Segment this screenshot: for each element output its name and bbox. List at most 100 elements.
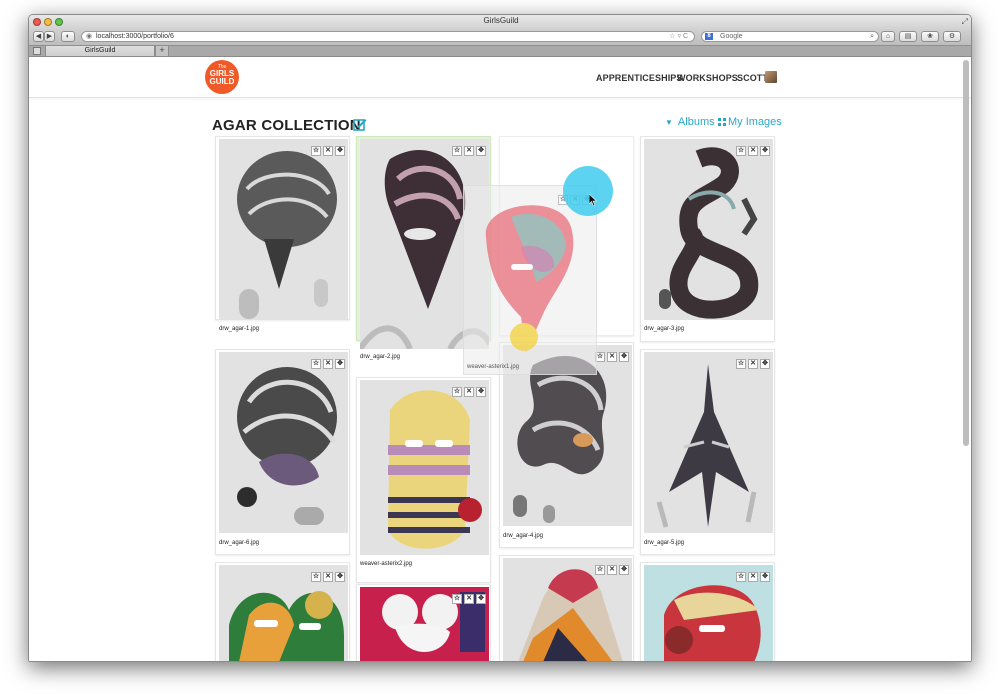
back-button[interactable]: ◀ — [33, 31, 44, 42]
remove-button[interactable]: ✕ — [748, 572, 758, 582]
address-bar[interactable]: ◉ localhost:3000/portfolio/6 ☆ ▿ C — [81, 31, 695, 42]
remove-button[interactable]: ✕ — [323, 146, 333, 156]
fullscreen-icon[interactable]: ⤢ — [962, 17, 968, 27]
card-controls: ☆✕✥ — [593, 345, 629, 362]
search-icon: ⌕ — [870, 33, 874, 40]
artwork-image[interactable] — [644, 352, 773, 533]
move-handle[interactable]: ✥ — [760, 359, 770, 369]
browser-window: GirlsGuild ⤢ ◀ ▶ ◐ ◉ localhost:3000/port… — [28, 14, 972, 662]
move-handle[interactable]: ✥ — [335, 359, 345, 369]
remove-button[interactable]: ✕ — [464, 146, 474, 156]
star-button[interactable]: ☆ — [452, 594, 462, 604]
globe-icon: ◉ — [86, 33, 93, 40]
image-card[interactable]: ☆ ✕ ✥ drw_agar-3.jpg — [640, 136, 775, 342]
card-controls: ☆✕✥ — [593, 558, 629, 575]
scrollbar[interactable] — [963, 58, 971, 661]
image-filename: weaver-asterix2.jpg — [360, 561, 413, 567]
card-controls: ☆✕✥ — [450, 380, 486, 397]
artwork-image[interactable] — [219, 352, 348, 533]
extension-icon[interactable]: ❀ — [921, 31, 939, 42]
star-button[interactable]: ☆ — [311, 146, 321, 156]
tab-overview-icon[interactable] — [33, 47, 41, 55]
move-handle[interactable]: ✥ — [619, 565, 629, 575]
scrollbar-thumb[interactable] — [963, 60, 969, 446]
image-card[interactable]: ☆ ✕ ✥ — [499, 555, 634, 661]
artwork-image[interactable] — [219, 139, 348, 320]
page-title: AGAR COLLECTION — [212, 117, 361, 134]
dragged-image-filename: weaver-asterix1.jpg — [467, 364, 520, 370]
edit-icon[interactable] — [353, 118, 367, 131]
star-button[interactable]: ☆ — [311, 359, 321, 369]
page-viewport: The GIRLS GUILD APPRENTICESHIPS WORKSHOP… — [29, 58, 971, 661]
nav-workshops[interactable]: WORKSHOPS — [677, 73, 738, 83]
star-button[interactable]: ☆ — [736, 572, 746, 582]
nav-user-scott[interactable]: SCOTT — [737, 73, 768, 83]
image-card[interactable]: ☆ ✕ ✥ drw_agar-1.jpg — [215, 136, 350, 332]
forward-button[interactable]: ▶ — [44, 31, 55, 42]
image-filename: drw_agar-5.jpg — [644, 540, 685, 546]
image-card[interactable]: ☆ ✕ ✥ — [215, 562, 350, 661]
star-button[interactable]: ☆ — [311, 572, 321, 582]
settings-icon[interactable]: ⚙ — [943, 31, 961, 42]
move-handle[interactable]: ✥ — [335, 146, 345, 156]
url-text: localhost:3000/portfolio/6 — [96, 33, 174, 40]
card-controls: ☆✕✥ — [450, 139, 486, 156]
my-images-link[interactable]: My Images — [718, 116, 782, 128]
search-field[interactable]: 8 Google ⌕ — [701, 31, 879, 42]
tab-girlsguild[interactable]: GirlsGuild — [45, 46, 155, 57]
image-card[interactable]: ☆ ✕ ✥ — [640, 562, 775, 661]
move-handle[interactable]: ✥ — [760, 146, 770, 156]
search-placeholder: Google — [720, 33, 743, 40]
grid-icon — [718, 118, 726, 126]
star-button[interactable]: ☆ — [736, 146, 746, 156]
window-title: GirlsGuild — [483, 16, 519, 25]
dragged-image — [466, 192, 596, 357]
remove-button[interactable]: ✕ — [748, 359, 758, 369]
move-handle[interactable]: ✥ — [476, 146, 486, 156]
remove-button[interactable]: ✕ — [607, 565, 617, 575]
nav-apprenticeships[interactable]: APPRENTICESHIPS — [596, 73, 683, 83]
star-button[interactable]: ☆ — [595, 565, 605, 575]
card-controls: ☆✕✥ — [309, 352, 345, 369]
remove-button[interactable]: ✕ — [748, 146, 758, 156]
title-bar[interactable]: GirlsGuild ⤢ — [29, 15, 971, 29]
move-handle[interactable]: ✥ — [476, 594, 486, 604]
browser-toolbar: ◀ ▶ ◐ ◉ localhost:3000/portfolio/6 ☆ ▿ C… — [29, 29, 971, 45]
image-card[interactable]: ☆ ✕ ✥ — [356, 584, 491, 661]
url-actions[interactable]: ☆ ▿ C — [669, 32, 688, 42]
artwork-image[interactable] — [360, 380, 489, 555]
drag-cursor-halo — [563, 166, 613, 216]
star-button[interactable]: ☆ — [736, 359, 746, 369]
move-handle[interactable]: ✥ — [619, 352, 629, 362]
card-controls: ☆✕✥ — [450, 587, 486, 604]
star-button[interactable]: ☆ — [452, 387, 462, 397]
new-tab-button[interactable]: + — [155, 46, 169, 57]
remove-button[interactable]: ✕ — [464, 594, 474, 604]
artwork-image[interactable] — [644, 139, 773, 320]
image-filename: drw_agar-2.jpg — [360, 354, 401, 360]
cursor-icon — [589, 194, 597, 206]
image-filename: drw_agar-3.jpg — [644, 326, 685, 332]
image-filename: drw_agar-6.jpg — [219, 540, 260, 546]
avatar[interactable] — [765, 71, 777, 83]
move-handle[interactable]: ✥ — [476, 387, 486, 397]
star-button[interactable]: ☆ — [452, 146, 462, 156]
remove-button[interactable]: ✕ — [607, 352, 617, 362]
home-icon[interactable]: ⌂ — [881, 31, 895, 42]
remove-button[interactable]: ✕ — [464, 387, 474, 397]
search-engine-icon[interactable]: 8 — [705, 33, 713, 40]
image-card[interactable]: ☆ ✕ ✥ drw_agar-5.jpg — [640, 349, 775, 555]
reader-icon[interactable]: ◐ — [61, 31, 75, 42]
card-controls: ☆✕✥ — [734, 352, 770, 369]
remove-button[interactable]: ✕ — [323, 359, 333, 369]
remove-button[interactable]: ✕ — [323, 572, 333, 582]
girlsguild-logo[interactable]: The GIRLS GUILD — [205, 60, 239, 94]
image-card[interactable]: ☆ ✕ ✥ weaver-asterix2.jpg — [356, 377, 491, 583]
albums-dropdown[interactable]: ▼ Albums — [665, 116, 715, 128]
image-filename: drw_agar-4.jpg — [503, 533, 544, 539]
move-handle[interactable]: ✥ — [760, 572, 770, 582]
sidebar-icon[interactable]: ▤ — [899, 31, 917, 42]
tab-bar: GirlsGuild + — [29, 45, 971, 57]
move-handle[interactable]: ✥ — [335, 572, 345, 582]
image-card[interactable]: ☆ ✕ ✥ drw_agar-6.jpg — [215, 349, 350, 555]
